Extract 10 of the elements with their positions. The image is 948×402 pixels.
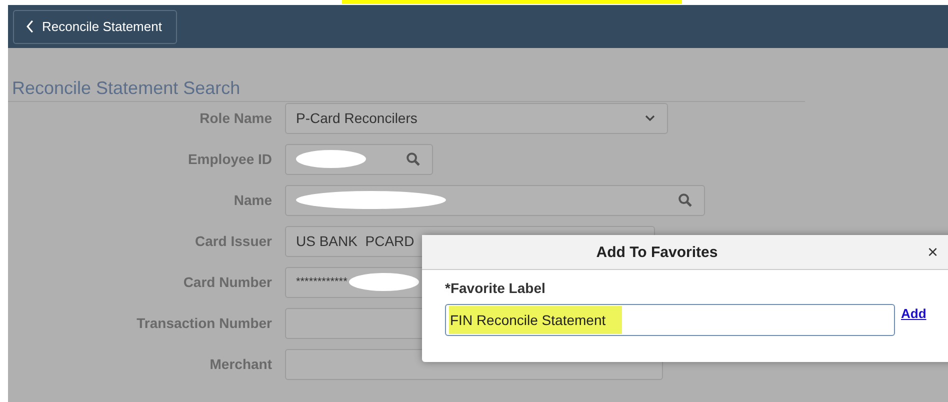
field-label: Role Name <box>198 110 273 126</box>
field-label: Employee ID <box>186 151 273 167</box>
page-title: Reconcile Statement Search <box>11 77 242 98</box>
field-label: Transaction Number <box>136 315 273 331</box>
field-label: Card Issuer <box>194 233 273 249</box>
dialog-title: Add To Favorites <box>596 244 718 260</box>
field-label: *Favorite Label <box>445 280 546 296</box>
field-label: Merchant <box>208 356 273 372</box>
field-label: Card Number <box>182 274 273 290</box>
field-label: Name <box>232 192 273 208</box>
